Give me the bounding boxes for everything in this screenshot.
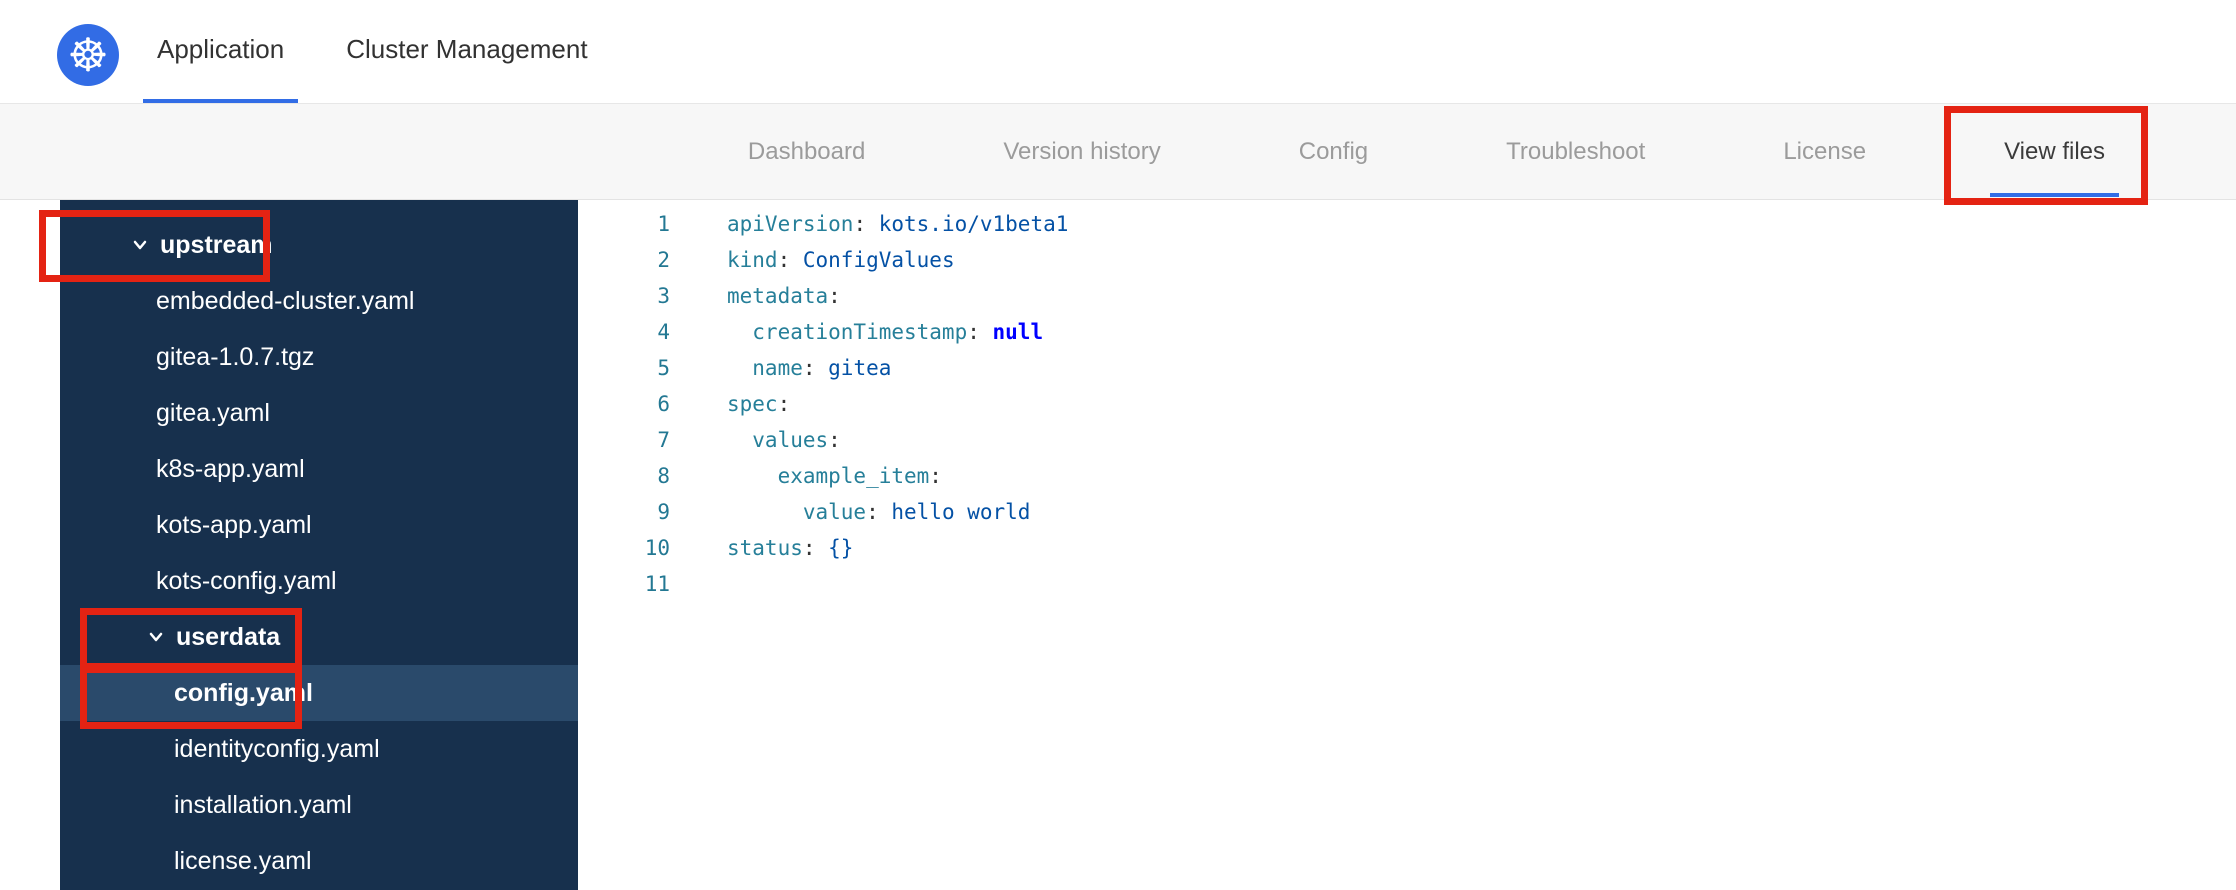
tree-label: installation.yaml: [174, 790, 352, 819]
tree-label: config.yaml: [174, 678, 313, 707]
line-number: 2: [657, 248, 670, 272]
chevron-down-icon: [149, 632, 163, 642]
tree-file-license-yaml[interactable]: license.yaml: [60, 833, 578, 889]
kubernetes-logo[interactable]: ☸: [57, 24, 119, 86]
code-line: 5 name: gitea: [578, 350, 2236, 386]
code-text: kind: ConfigValues: [727, 248, 955, 272]
helm-wheel-icon: ☸: [67, 29, 109, 81]
line-number: 10: [644, 536, 670, 560]
tree-file-embedded-cluster-yaml[interactable]: embedded-cluster.yaml: [60, 273, 578, 329]
tree-file-installation-yaml[interactable]: installation.yaml: [60, 777, 578, 833]
tree-label: kots-config.yaml: [156, 566, 337, 595]
tree-folder-upstream[interactable]: upstream: [60, 217, 578, 273]
code-line: 11: [578, 566, 2236, 602]
subnav-item-version-history[interactable]: Version history: [989, 104, 1174, 199]
code-line: 6 spec:: [578, 386, 2236, 422]
subnav-items: Dashboard Version history Config Troublesho…: [734, 104, 2236, 199]
code-text: example_item:: [727, 464, 942, 488]
tree-label: identityconfig.yaml: [174, 734, 380, 763]
tree-file-kots-config-yaml[interactable]: kots-config.yaml: [60, 553, 578, 609]
tree-file-config-yaml[interactable]: config.yaml: [60, 665, 578, 721]
subnav-item-dashboard[interactable]: Dashboard: [734, 104, 879, 199]
top-tab-application[interactable]: Application: [143, 0, 299, 103]
tree-label: license.yaml: [174, 846, 312, 875]
tree-label: embedded-cluster.yaml: [156, 286, 415, 315]
tree-file-k8s-app-yaml[interactable]: k8s-app.yaml: [60, 441, 578, 497]
line-number: 11: [644, 572, 670, 596]
tree-label: gitea.yaml: [156, 398, 270, 427]
top-tab-cluster-management[interactable]: Cluster Management: [332, 0, 601, 103]
code-text: spec:: [727, 392, 791, 416]
file-tree[interactable]: upstream embedded-cluster.yaml gitea-1.0.7…: [60, 200, 578, 890]
subnav-item-license[interactable]: License: [1769, 104, 1880, 199]
line-number: 3: [657, 284, 670, 308]
tree-label: upstream: [160, 230, 273, 259]
chevron-down-icon: [133, 240, 147, 250]
code-line: 7 values:: [578, 422, 2236, 458]
top-bar: ☸ Application Cluster Management: [0, 0, 2236, 104]
subnav-item-config[interactable]: Config: [1285, 104, 1382, 199]
line-number: 7: [657, 428, 670, 452]
code-text: values:: [727, 428, 841, 452]
line-number: 1: [657, 212, 670, 236]
tree-file-gitea-1-0-7-tgz[interactable]: gitea-1.0.7.tgz: [60, 329, 578, 385]
tree-label: kots-app.yaml: [156, 510, 312, 539]
tree-label: userdata: [176, 622, 281, 651]
code-line: 10 status: {}: [578, 530, 2236, 566]
app-subnav: Dashboard Version history Config Troublesho…: [0, 104, 2236, 200]
code-line: 9 value: hello world: [578, 494, 2236, 530]
code-line: 8 example_item:: [578, 458, 2236, 494]
code-text: status: {}: [727, 536, 854, 560]
code-editor[interactable]: 1 apiVersion: kots.io/v1beta1 2 kind: Confi…: [578, 200, 2236, 890]
tree-file-identityconfig-yaml[interactable]: identityconfig.yaml: [60, 721, 578, 777]
code-text: apiVersion: kots.io/v1beta1: [727, 212, 1069, 236]
tree-file-gitea-yaml[interactable]: gitea.yaml: [60, 385, 578, 441]
line-number: 6: [657, 392, 670, 416]
tree-folder-userdata[interactable]: userdata: [60, 609, 578, 665]
code-line: 3 metadata:: [578, 278, 2236, 314]
tree-label: k8s-app.yaml: [156, 454, 305, 483]
tree-file-kots-app-yaml[interactable]: kots-app.yaml: [60, 497, 578, 553]
subnav-item-view-files[interactable]: View files: [1990, 104, 2119, 199]
line-number: 8: [657, 464, 670, 488]
content-area: upstream embedded-cluster.yaml gitea-1.0.7…: [0, 200, 2236, 890]
line-number: 5: [657, 356, 670, 380]
editor-lines: 1 apiVersion: kots.io/v1beta1 2 kind: Confi…: [578, 206, 2236, 602]
line-number: 9: [657, 500, 670, 524]
code-line: 4 creationTimestamp: null: [578, 314, 2236, 350]
line-number: 4: [657, 320, 670, 344]
subnav-item-troubleshoot[interactable]: Troubleshoot: [1492, 104, 1659, 199]
top-tabs: Application Cluster Management: [143, 0, 602, 103]
code-line: 2 kind: ConfigValues: [578, 242, 2236, 278]
code-text: creationTimestamp: null: [727, 320, 1044, 344]
code-text: name: gitea: [727, 356, 892, 380]
code-line: 1 apiVersion: kots.io/v1beta1: [578, 206, 2236, 242]
tree-label: gitea-1.0.7.tgz: [156, 342, 315, 371]
code-text: value: hello world: [727, 500, 1031, 524]
code-text: metadata:: [727, 284, 841, 308]
